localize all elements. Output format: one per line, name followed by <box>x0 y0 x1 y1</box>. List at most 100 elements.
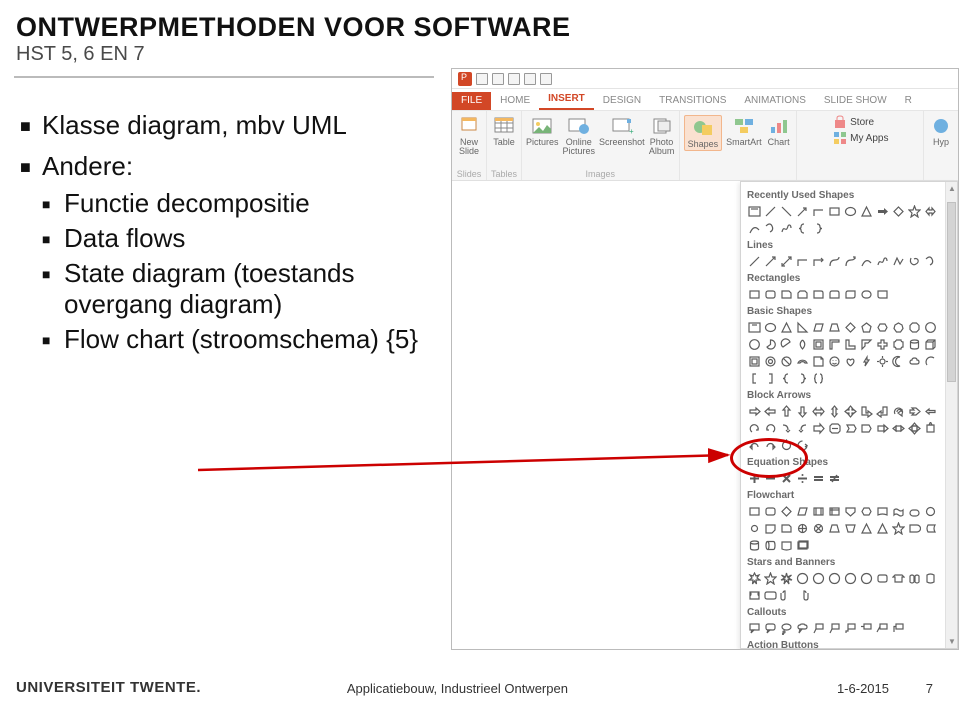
scribble-icon[interactable] <box>779 221 794 236</box>
bs-hframe-icon[interactable] <box>827 337 842 352</box>
rbrace-icon[interactable] <box>811 221 826 236</box>
fc1-icon[interactable] <box>747 504 762 519</box>
bs-dbrace-icon[interactable] <box>811 371 826 386</box>
st6-icon[interactable] <box>827 571 842 586</box>
bs-donut-icon[interactable] <box>763 354 778 369</box>
bs-oval-icon[interactable] <box>763 320 778 335</box>
st5-icon[interactable] <box>811 571 826 586</box>
fc22-icon[interactable] <box>891 521 906 536</box>
bs-oct-icon[interactable] <box>907 320 922 335</box>
ba9-icon[interactable] <box>875 404 890 419</box>
r1-icon[interactable] <box>747 287 762 302</box>
eq5-icon[interactable] <box>811 471 826 486</box>
ba7-icon[interactable] <box>843 404 858 419</box>
diamond-icon[interactable] <box>891 204 906 219</box>
bs-smile-icon[interactable] <box>827 354 842 369</box>
co5-icon[interactable] <box>811 621 826 636</box>
bs-heart-icon[interactable] <box>843 354 858 369</box>
fc19-icon[interactable] <box>843 521 858 536</box>
ba14-icon[interactable] <box>763 421 778 436</box>
fc27-icon[interactable] <box>779 538 794 553</box>
co2-icon[interactable] <box>763 621 778 636</box>
ba22-icon[interactable] <box>891 421 906 436</box>
arrow-icon[interactable] <box>795 204 810 219</box>
eq4-icon[interactable] <box>795 471 810 486</box>
bs-cloud-icon[interactable] <box>907 354 922 369</box>
ln8-icon[interactable] <box>859 254 874 269</box>
st9-icon[interactable] <box>875 571 890 586</box>
ln12-icon[interactable] <box>923 254 938 269</box>
s-icon[interactable] <box>763 221 778 236</box>
st3-icon[interactable] <box>779 571 794 586</box>
shapes-dropdown[interactable]: Recently Used Shapes Lines <box>740 181 958 649</box>
tab-transitions[interactable]: TRANSITIONS <box>650 92 735 110</box>
r7-icon[interactable] <box>843 287 858 302</box>
st7-icon[interactable] <box>843 571 858 586</box>
fc13-icon[interactable] <box>747 521 762 536</box>
ba3-icon[interactable] <box>779 404 794 419</box>
triangle-icon[interactable] <box>859 204 874 219</box>
bs-hex-icon[interactable] <box>875 320 890 335</box>
fc18-icon[interactable] <box>827 521 842 536</box>
co3-icon[interactable] <box>779 621 794 636</box>
line2-icon[interactable] <box>779 204 794 219</box>
scroll-down-icon[interactable]: ▼ <box>948 637 956 646</box>
r8-icon[interactable] <box>859 287 874 302</box>
fc28-icon[interactable] <box>795 538 810 553</box>
ba15-icon[interactable] <box>779 421 794 436</box>
eq6-icon[interactable] <box>827 471 842 486</box>
oval-icon[interactable] <box>843 204 858 219</box>
ba23-icon[interactable] <box>907 421 922 436</box>
ba19-icon[interactable] <box>843 421 858 436</box>
co1-icon[interactable] <box>747 621 762 636</box>
ba1-icon[interactable] <box>747 404 762 419</box>
st13-icon[interactable] <box>747 588 762 603</box>
bs-tear-icon[interactable] <box>795 337 810 352</box>
fc23-icon[interactable] <box>907 521 922 536</box>
ba2-icon[interactable] <box>763 404 778 419</box>
ln5-icon[interactable] <box>811 254 826 269</box>
bs-bevel-icon[interactable] <box>747 354 762 369</box>
tab-r[interactable]: R <box>896 92 921 110</box>
ba24-icon[interactable] <box>923 421 938 436</box>
co6-icon[interactable] <box>827 621 842 636</box>
rect-icon[interactable] <box>827 204 842 219</box>
ba8-icon[interactable] <box>859 404 874 419</box>
r5-icon[interactable] <box>811 287 826 302</box>
bs-pent-icon[interactable] <box>859 320 874 335</box>
curve-icon[interactable] <box>747 221 762 236</box>
bs-cube-icon[interactable] <box>923 337 938 352</box>
fc11-icon[interactable] <box>907 504 922 519</box>
st12-icon[interactable] <box>923 571 938 586</box>
ln3-icon[interactable] <box>779 254 794 269</box>
bs-bolt-icon[interactable] <box>859 354 874 369</box>
qat-sync-icon[interactable] <box>524 73 536 85</box>
ba11-icon[interactable] <box>907 404 922 419</box>
bs-sun-icon[interactable] <box>875 354 890 369</box>
fc3-icon[interactable] <box>779 504 794 519</box>
tab-file[interactable]: FILE <box>452 92 491 110</box>
r6-icon[interactable] <box>827 287 842 302</box>
ln11-icon[interactable] <box>907 254 922 269</box>
bs-tri-icon[interactable] <box>779 320 794 335</box>
bs-dec-icon[interactable] <box>923 320 938 335</box>
co7-icon[interactable] <box>843 621 858 636</box>
r3-icon[interactable] <box>779 287 794 302</box>
fc5-icon[interactable] <box>811 504 826 519</box>
bs-arc-icon[interactable] <box>923 354 938 369</box>
tab-insert[interactable]: INSERT <box>539 90 594 110</box>
ba21-icon[interactable] <box>875 421 890 436</box>
ba5-icon[interactable] <box>811 404 826 419</box>
ln2-icon[interactable] <box>763 254 778 269</box>
textbox-icon[interactable] <box>747 204 762 219</box>
ln10-icon[interactable] <box>891 254 906 269</box>
bs-rbracket-icon[interactable] <box>763 371 778 386</box>
fc12-icon[interactable] <box>923 504 938 519</box>
ln7-icon[interactable] <box>843 254 858 269</box>
lbrace-icon[interactable] <box>795 221 810 236</box>
star-icon[interactable] <box>907 204 922 219</box>
ba18-icon[interactable] <box>827 421 842 436</box>
fc8-icon[interactable] <box>859 504 874 519</box>
ln4-icon[interactable] <box>795 254 810 269</box>
r4-icon[interactable] <box>795 287 810 302</box>
